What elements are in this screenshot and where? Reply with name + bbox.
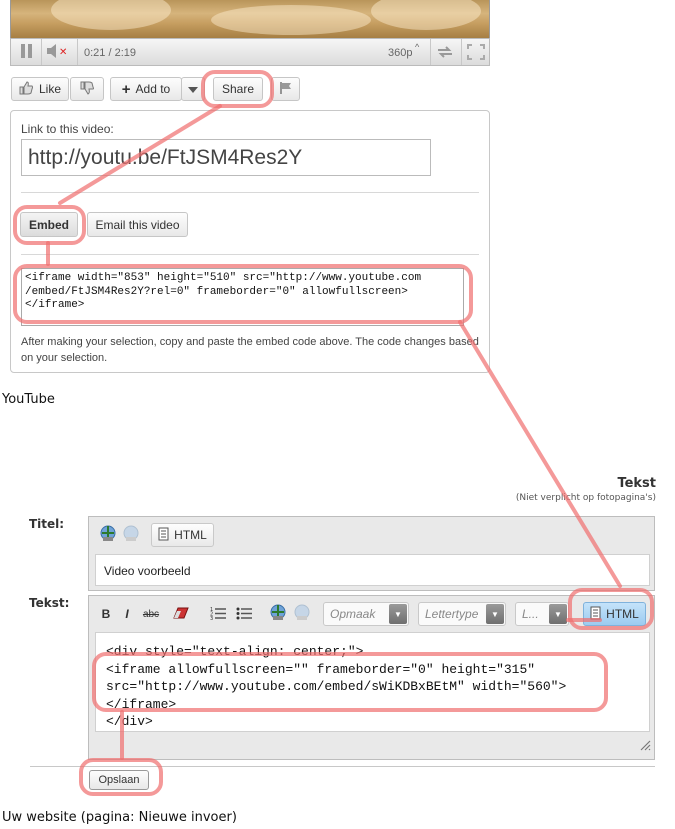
title-insert-link-button[interactable] bbox=[97, 523, 141, 547]
ordered-list-icon: 123 bbox=[210, 606, 226, 623]
divider bbox=[21, 254, 479, 255]
plus-icon: + bbox=[121, 80, 131, 98]
font-select[interactable]: Lettertype ▼ bbox=[418, 602, 506, 626]
chevron-down-icon bbox=[188, 82, 198, 96]
link-label: Link to this video: bbox=[21, 122, 114, 136]
like-button[interactable]: Like bbox=[11, 77, 69, 101]
add-to-button[interactable]: + Add to bbox=[110, 77, 182, 101]
save-button[interactable]: Opslaan bbox=[89, 770, 149, 790]
text-editor: B I abc 123 Opmaak ▼ Lettertype ▼ L... ▼… bbox=[88, 595, 655, 760]
strikethrough-button[interactable]: abc bbox=[139, 602, 163, 626]
thumbs-down-icon bbox=[80, 81, 95, 98]
share-link-input[interactable]: http://youtu.be/FtJSM4Res2Y bbox=[21, 139, 431, 176]
quality-arrow: ^ bbox=[415, 42, 420, 52]
globe-unlink-icon bbox=[293, 604, 311, 625]
divider bbox=[21, 192, 479, 193]
caption-youtube: YouTube bbox=[2, 392, 55, 407]
format-select[interactable]: Opmaak ▼ bbox=[323, 602, 409, 626]
svg-text:3: 3 bbox=[210, 616, 213, 620]
email-video-button[interactable]: Email this video bbox=[87, 212, 188, 237]
unlink-button[interactable] bbox=[291, 602, 313, 626]
embed-button[interactable]: Embed bbox=[20, 212, 78, 237]
title-input[interactable]: Video voorbeeld bbox=[95, 554, 650, 586]
cms-section-title: Tekst bbox=[617, 476, 656, 491]
size-select[interactable]: L... ▼ bbox=[515, 602, 569, 626]
chevron-down-icon: ▼ bbox=[389, 604, 407, 624]
video-frame[interactable] bbox=[10, 0, 490, 38]
text-source-area[interactable]: <div style="text-align: center;"> <ifram… bbox=[95, 632, 650, 732]
embed-code-textarea[interactable]: <iframe width="853" height="510" src="ht… bbox=[21, 268, 464, 326]
document-icon bbox=[158, 527, 169, 544]
quality-button[interactable]: 360p bbox=[388, 47, 412, 59]
chevron-down-icon: ▼ bbox=[486, 604, 504, 624]
unordered-list-icon bbox=[236, 606, 252, 623]
document-icon bbox=[590, 606, 601, 623]
svg-text:✕: ✕ bbox=[59, 47, 67, 58]
bold-button[interactable]: B bbox=[97, 602, 115, 626]
chevron-down-icon: ▼ bbox=[549, 604, 567, 624]
popout-icon[interactable] bbox=[436, 44, 454, 63]
flag-icon bbox=[279, 81, 293, 98]
eraser-icon bbox=[173, 607, 189, 622]
title-editor: HTML Video voorbeeld bbox=[88, 516, 655, 591]
dislike-button[interactable] bbox=[70, 77, 104, 101]
insert-link-button[interactable] bbox=[267, 602, 289, 626]
time-display: 0:21 / 2:19 bbox=[84, 47, 136, 59]
flag-button[interactable] bbox=[271, 77, 300, 101]
divider bbox=[30, 766, 655, 767]
eraser-button[interactable] bbox=[169, 602, 193, 626]
globe-link-icon bbox=[269, 604, 287, 625]
fullscreen-icon[interactable] bbox=[467, 44, 485, 63]
title-html-button[interactable]: HTML bbox=[151, 523, 214, 547]
player-controls: ✕ 0:21 / 2:19 360p ^ bbox=[10, 38, 490, 66]
unordered-list-button[interactable] bbox=[233, 602, 255, 626]
title-label: Titel: bbox=[29, 517, 65, 531]
resize-handle-icon[interactable] bbox=[639, 738, 651, 756]
html-source-button[interactable]: HTML bbox=[583, 602, 646, 626]
caption-website: Uw website (pagina: Nieuwe invoer) bbox=[2, 810, 237, 825]
cms-section-subtitle: (Niet verplicht op fotopagina's) bbox=[515, 493, 656, 503]
html-source-code: <div style="text-align: center;"> <ifram… bbox=[106, 644, 567, 729]
globe-unlink-icon bbox=[122, 525, 140, 546]
share-button[interactable]: Share bbox=[213, 77, 263, 101]
embed-help-text: After making your selection, copy and pa… bbox=[21, 336, 479, 364]
volume-muted-icon[interactable]: ✕ bbox=[46, 43, 70, 62]
ordered-list-button[interactable]: 123 bbox=[207, 602, 229, 626]
add-to-dropdown[interactable] bbox=[181, 77, 205, 101]
text-label: Tekst: bbox=[29, 596, 70, 610]
pause-icon[interactable] bbox=[20, 43, 34, 62]
italic-button[interactable]: I bbox=[118, 602, 136, 626]
globe-link-icon bbox=[99, 525, 117, 546]
thumbs-up-icon bbox=[19, 80, 34, 98]
